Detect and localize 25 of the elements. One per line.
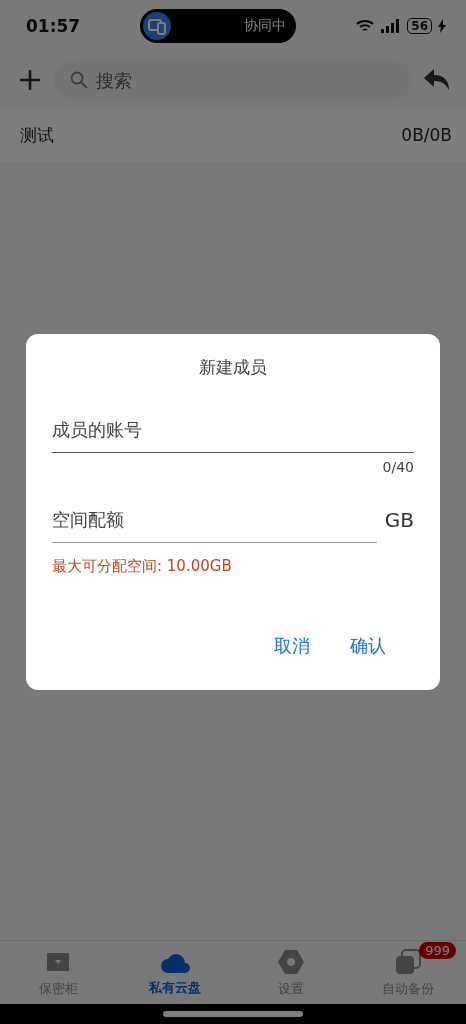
pill-label: 协同中 [243, 17, 286, 35]
nav-tab[interactable]: 私有云盘 [116, 941, 233, 1004]
collaboration-pill[interactable]: 协同中 [139, 9, 296, 43]
dialog-title: 新建成员 [198, 356, 268, 379]
member-row[interactable]: 测试 0B/0B [0, 108, 466, 162]
hexagon-nut-icon [277, 947, 306, 976]
max-space-hint: 最大可分配空间: 10.00GB [52, 557, 233, 576]
character-counter: 0/40 [382, 459, 414, 475]
charging-icon [438, 19, 446, 33]
member-name: 测试 [20, 123, 54, 147]
member-usage: 0B/0B [401, 125, 452, 145]
wifi-icon [355, 18, 376, 34]
add-icon[interactable] [18, 68, 42, 92]
confirm-button[interactable]: 确认 [342, 630, 394, 662]
devices-icon [142, 12, 171, 40]
search-icon [70, 71, 88, 89]
unit-label: GB [384, 508, 414, 532]
battery-level: 56 [407, 18, 432, 34]
search-field[interactable]: 搜索 [54, 60, 412, 100]
signal-icon [381, 19, 402, 33]
status-time: 01:57 [26, 16, 81, 36]
reply-arrow-icon[interactable] [424, 69, 450, 91]
count-badge: 999 [419, 942, 456, 959]
stacked-squares-icon [393, 947, 422, 976]
cancel-button[interactable]: 取消 [266, 630, 318, 662]
